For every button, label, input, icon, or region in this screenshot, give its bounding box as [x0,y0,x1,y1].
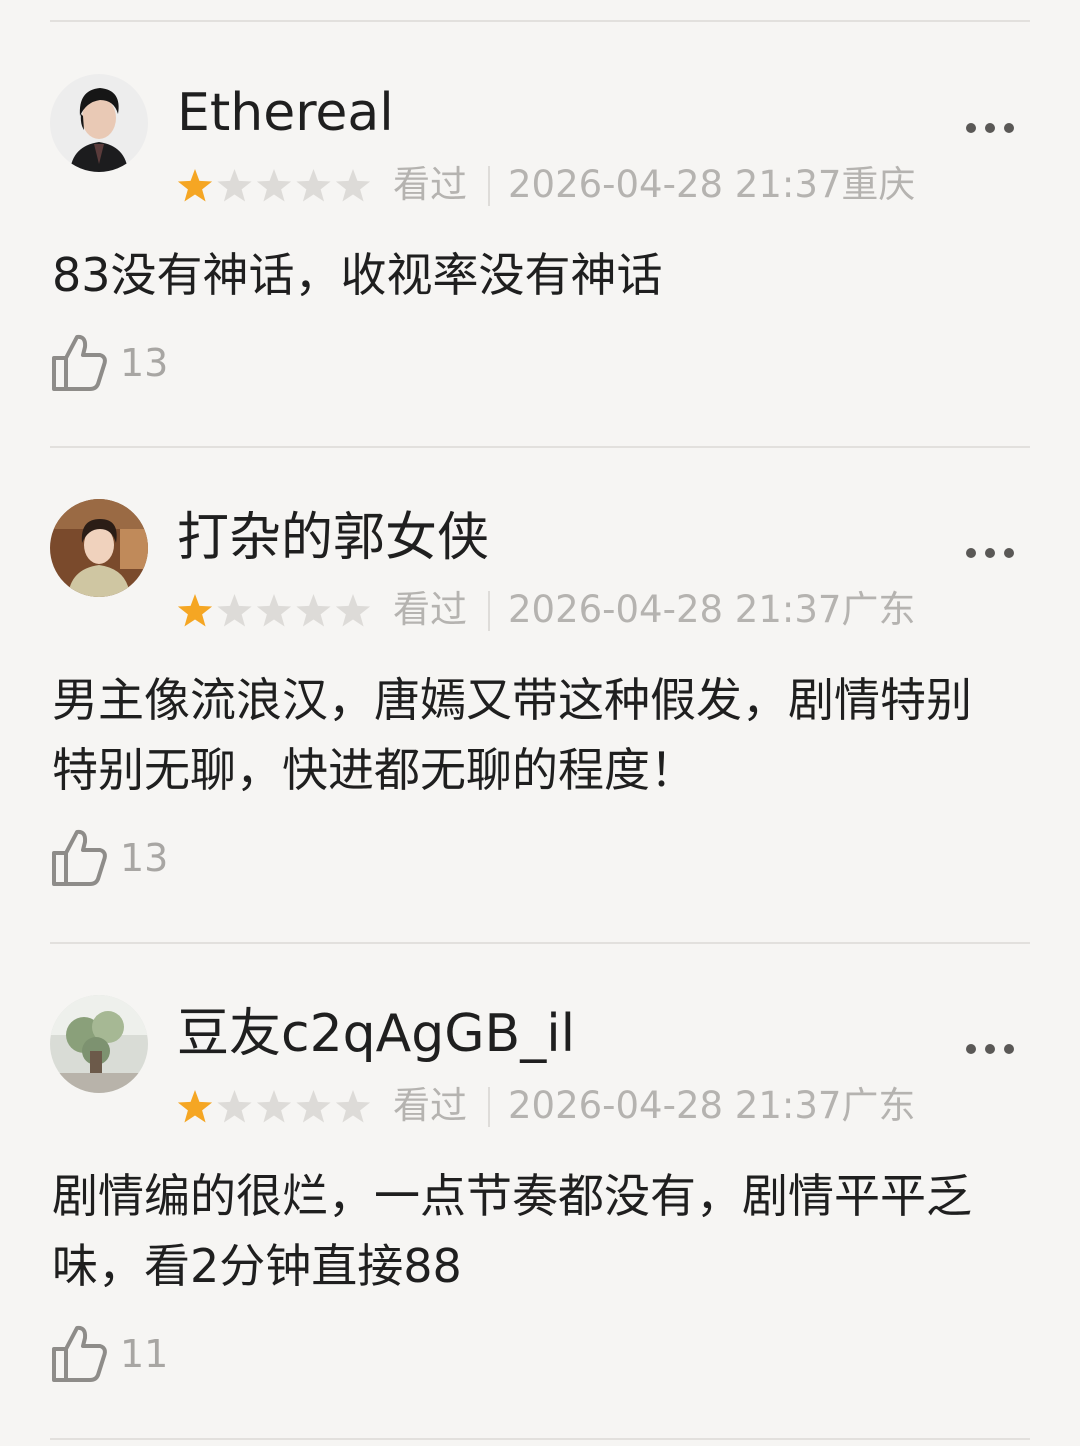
divider [50,20,1030,22]
review-datetime: 2026-04-28 21:37广东 [508,583,915,637]
like-count: 11 [120,1332,169,1376]
review-meta: 看过 2026-04-28 21:37广东 [177,583,997,637]
review-meta: 看过 2026-04-28 21:37广东 [177,1079,997,1133]
divider [50,446,1030,448]
username[interactable]: 打杂的郭女侠 [177,501,489,575]
review-location: 重庆 [841,163,916,206]
username[interactable]: 豆友c2qAgGB_il [177,997,575,1071]
star-empty-icon [217,1090,252,1123]
more-dots-icon[interactable] [962,1039,1018,1059]
review-time: 2026-04-28 21:37 [508,1084,842,1127]
star-filled-icon [177,594,213,627]
review-list: Ethereal 看过 2026-04-28 21:37重庆 83没有神话，收视… [0,0,1080,1446]
meta-separator [488,591,490,631]
star-empty-icon [335,594,371,627]
avatar[interactable] [50,499,148,597]
star-empty-icon [296,1090,331,1123]
thumbs-up-icon [52,1325,107,1382]
watch-status: 看过 [393,163,467,206]
star-empty-icon [335,1090,371,1123]
like-count: 13 [120,836,169,880]
star-empty-icon [335,169,371,202]
more-dots-icon[interactable] [962,543,1018,563]
review-location: 广东 [841,588,916,631]
star-empty-icon [296,169,331,202]
review-location: 广东 [841,1084,916,1127]
rating-stars [177,1090,371,1123]
watch-status: 看过 [393,588,467,631]
like-button[interactable]: 13 [50,827,210,891]
star-filled-icon [177,1090,213,1123]
rating-stars [177,594,371,627]
like-button[interactable]: 11 [50,1323,210,1387]
star-empty-icon [296,594,331,627]
thumbs-up-icon [52,829,107,886]
review-time: 2026-04-28 21:37 [508,588,842,631]
avatar[interactable] [50,995,148,1093]
star-empty-icon [256,1090,292,1123]
review-meta: 看过 2026-04-28 21:37重庆 [177,158,997,212]
like-button[interactable]: 13 [50,332,210,396]
review-time: 2026-04-28 21:37 [508,163,842,206]
star-empty-icon [217,594,252,627]
star-empty-icon [217,169,252,202]
divider [50,1438,1030,1440]
review-datetime: 2026-04-28 21:37重庆 [508,158,915,212]
watch-status: 看过 [393,1084,467,1127]
review-text: 剧情编的很烂，一点节奏都没有，剧情平平乏味，看2分钟直接88 [52,1169,972,1293]
star-empty-icon [256,594,292,627]
like-count: 13 [120,341,169,385]
star-filled-icon [177,169,213,202]
review-text: 83没有神话，收视率没有神话 [52,248,663,302]
more-dots-icon[interactable] [962,118,1018,138]
avatar[interactable] [50,74,148,172]
meta-separator [488,1087,490,1127]
thumbs-up-icon [52,334,107,391]
review-text: 男主像流浪汉，唐嫣又带这种假发，剧情特别特别无聊，快进都无聊的程度！ [52,673,972,797]
meta-separator [488,166,490,206]
review-datetime: 2026-04-28 21:37广东 [508,1079,915,1133]
divider [50,942,1030,944]
rating-stars [177,169,371,202]
star-empty-icon [256,169,292,202]
username[interactable]: Ethereal [177,76,394,150]
